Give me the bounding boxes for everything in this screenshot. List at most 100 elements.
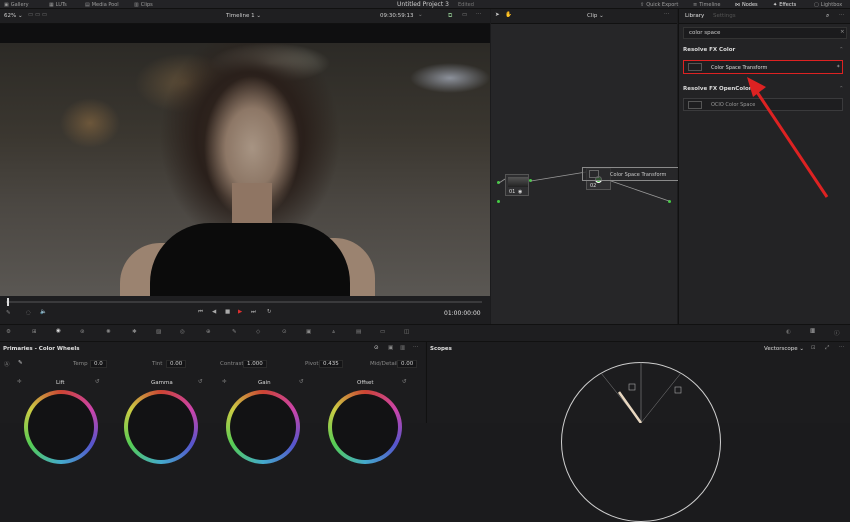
scrubber-track[interactable] <box>6 301 482 303</box>
mid-detail-field[interactable]: 0.00 <box>397 360 418 368</box>
clear-search-icon[interactable]: × <box>840 29 845 35</box>
search-input[interactable]: color space × <box>683 27 847 39</box>
effects-button[interactable]: ✦ Effects <box>773 0 796 9</box>
temp-field[interactable]: 0.0 <box>90 360 107 368</box>
timecode-top: 09:30:59:13 <box>380 13 414 19</box>
media-pool-button[interactable]: ▤ Media Pool <box>85 0 119 9</box>
pen-icon[interactable]: ✎ <box>6 310 11 316</box>
qualifier-icon[interactable]: ⊕ <box>206 329 211 335</box>
viewer-toolbar: 62% ⌄ ▭ ▭ ▭ Timeline 1 ⌄ 09:30:59:13 ⌄ ⧉… <box>0 9 490 24</box>
scope-type-select[interactable]: Vectorscope ⌄ <box>764 346 804 352</box>
connection-line <box>498 178 506 184</box>
nodes-icon: ⋈ <box>735 1 740 8</box>
tint-field[interactable]: 0.00 <box>166 360 187 368</box>
luts-button[interactable]: ▦ LUTs <box>49 0 67 9</box>
tracker-icon[interactable]: ⊙ <box>282 329 287 335</box>
motion-effects-icon[interactable]: ✺ <box>106 329 111 335</box>
timeline-button[interactable]: ≡ Timeline <box>693 0 720 9</box>
gain-wheel[interactable] <box>226 390 300 464</box>
offset-wheel[interactable] <box>328 390 402 464</box>
clip-link-icon[interactable]: ⧉ <box>448 12 452 20</box>
wheels-mode-icon[interactable]: ▣ <box>388 345 393 351</box>
tab-library[interactable]: Library <box>685 13 704 19</box>
gallery-button[interactable]: ▣ Gallery <box>4 0 29 9</box>
loop-option-icon[interactable]: ◌ <box>26 310 31 316</box>
effect-thumbnail-icon <box>688 63 702 71</box>
timecode-menu-icon[interactable]: ⌄ <box>418 12 423 18</box>
sizing-icon[interactable]: ▭ <box>380 329 385 335</box>
viewer <box>0 24 490 296</box>
nodes-button[interactable]: ⋈ Nodes <box>735 0 758 9</box>
first-frame-icon[interactable]: ⏮ <box>198 309 203 316</box>
key-icon[interactable]: ▤ <box>356 329 361 335</box>
rgb-mixer-icon[interactable]: ⊛ <box>80 329 85 335</box>
viewer-mode-icon[interactable]: ▭ <box>462 12 467 18</box>
effect-thumbnail-icon <box>688 101 702 109</box>
gain-crosshair-icon[interactable]: ✛ <box>222 379 227 385</box>
gain-wheel-center <box>230 394 296 460</box>
lightbox-button[interactable]: ▢ Lightbox <box>814 0 842 9</box>
hdr-icon[interactable]: ✱ <box>132 329 137 335</box>
lift-crosshair-icon[interactable]: ✛ <box>17 379 22 385</box>
project-title: Untitled Project 3 <box>397 1 449 8</box>
clips-icon: ▥ <box>134 1 139 8</box>
clips-button[interactable]: ▥ Clips <box>134 0 153 9</box>
tab-settings[interactable]: Settings <box>713 13 736 19</box>
auto-balance-icon[interactable]: Ⓐ <box>4 360 10 368</box>
zoom-select[interactable]: 62% ⌄ <box>4 13 23 19</box>
gamma-wheel[interactable] <box>124 390 198 464</box>
effects-icon: ✦ <box>773 1 778 8</box>
keyframes-icon[interactable]: ◐ <box>786 329 791 335</box>
more-options-icon[interactable]: ⋯ <box>476 11 482 17</box>
lift-wheel[interactable] <box>24 390 98 464</box>
timeline-select[interactable]: Timeline 1 ⌄ <box>226 13 261 19</box>
lift-wheel-center <box>28 394 94 460</box>
bars-mode-icon[interactable]: ▥ <box>400 345 405 351</box>
search-icon[interactable]: ⌕ <box>826 12 829 20</box>
camera-raw-icon[interactable]: ⚙ <box>6 329 11 335</box>
annotation-arrow <box>747 77 829 198</box>
pivot-field[interactable]: 0.435 <box>319 360 343 368</box>
curves-icon[interactable]: ▨ <box>156 329 161 335</box>
color-warper-icon[interactable]: ◎ <box>180 329 185 335</box>
gain-reset-icon[interactable]: ↺ <box>299 379 304 385</box>
gamma-wheel-center <box>128 394 194 460</box>
layout-icons[interactable]: ▭ ▭ ▭ <box>28 12 47 18</box>
playhead[interactable] <box>7 298 9 306</box>
play-reverse-icon[interactable]: ◀ <box>212 309 216 315</box>
scopes-panel: Scopes Vectorscope ⌄ ⊡ ⤢ ⋯ <box>426 342 850 522</box>
picker-icon[interactable]: ✎ <box>18 360 23 366</box>
library-more-icon[interactable]: ⋯ <box>839 12 845 18</box>
scope-settings-icon[interactable]: ⊡ <box>811 345 816 351</box>
eyedropper-icon[interactable]: ✎ <box>232 329 237 335</box>
collapse-icon[interactable]: ⌃ <box>839 47 844 53</box>
3d-icon[interactable]: ◫ <box>404 329 409 335</box>
pivot-label: Pivot <box>305 361 319 367</box>
contrast-label: Contrast <box>220 361 244 367</box>
reset-icon[interactable]: ⊙ <box>374 345 379 351</box>
color-match-icon[interactable]: ⊞ <box>32 329 37 335</box>
play-icon[interactable]: ▶ <box>238 309 242 315</box>
stop-icon[interactable]: ■ <box>225 309 230 315</box>
collapse-icon[interactable]: ⌃ <box>839 86 844 92</box>
temp-label: Temp <box>73 361 88 367</box>
window-icon[interactable]: ◇ <box>256 329 260 335</box>
panel-title: Primaries - Color Wheels <box>3 346 80 352</box>
offset-reset-icon[interactable]: ↺ <box>402 379 407 385</box>
quick-export-button[interactable]: ⇪ Quick Export <box>640 0 678 9</box>
contrast-field[interactable]: 1.000 <box>243 360 267 368</box>
scope-expand-icon[interactable]: ⤢ <box>825 345 829 352</box>
scopes-toggle-icon[interactable]: ▥ <box>810 328 815 334</box>
last-frame-icon[interactable]: ⏭ <box>251 309 256 316</box>
color-wheels-icon[interactable]: ◉ <box>56 328 61 334</box>
loop-icon[interactable]: ↻ <box>267 309 272 315</box>
magic-mask-icon[interactable]: ▣ <box>306 329 311 335</box>
gamma-reset-icon[interactable]: ↺ <box>198 379 203 385</box>
info-icon[interactable]: ⓘ <box>834 329 840 337</box>
lift-reset-icon[interactable]: ↺ <box>95 379 100 385</box>
section-resolve-fx-color[interactable]: Resolve FX Color <box>683 47 735 53</box>
scope-more-icon[interactable]: ⋯ <box>839 344 845 350</box>
blur-icon[interactable]: ⩓ <box>332 329 335 336</box>
volume-icon[interactable]: 🔈 <box>40 309 47 315</box>
panel-more-icon[interactable]: ⋯ <box>413 344 419 350</box>
